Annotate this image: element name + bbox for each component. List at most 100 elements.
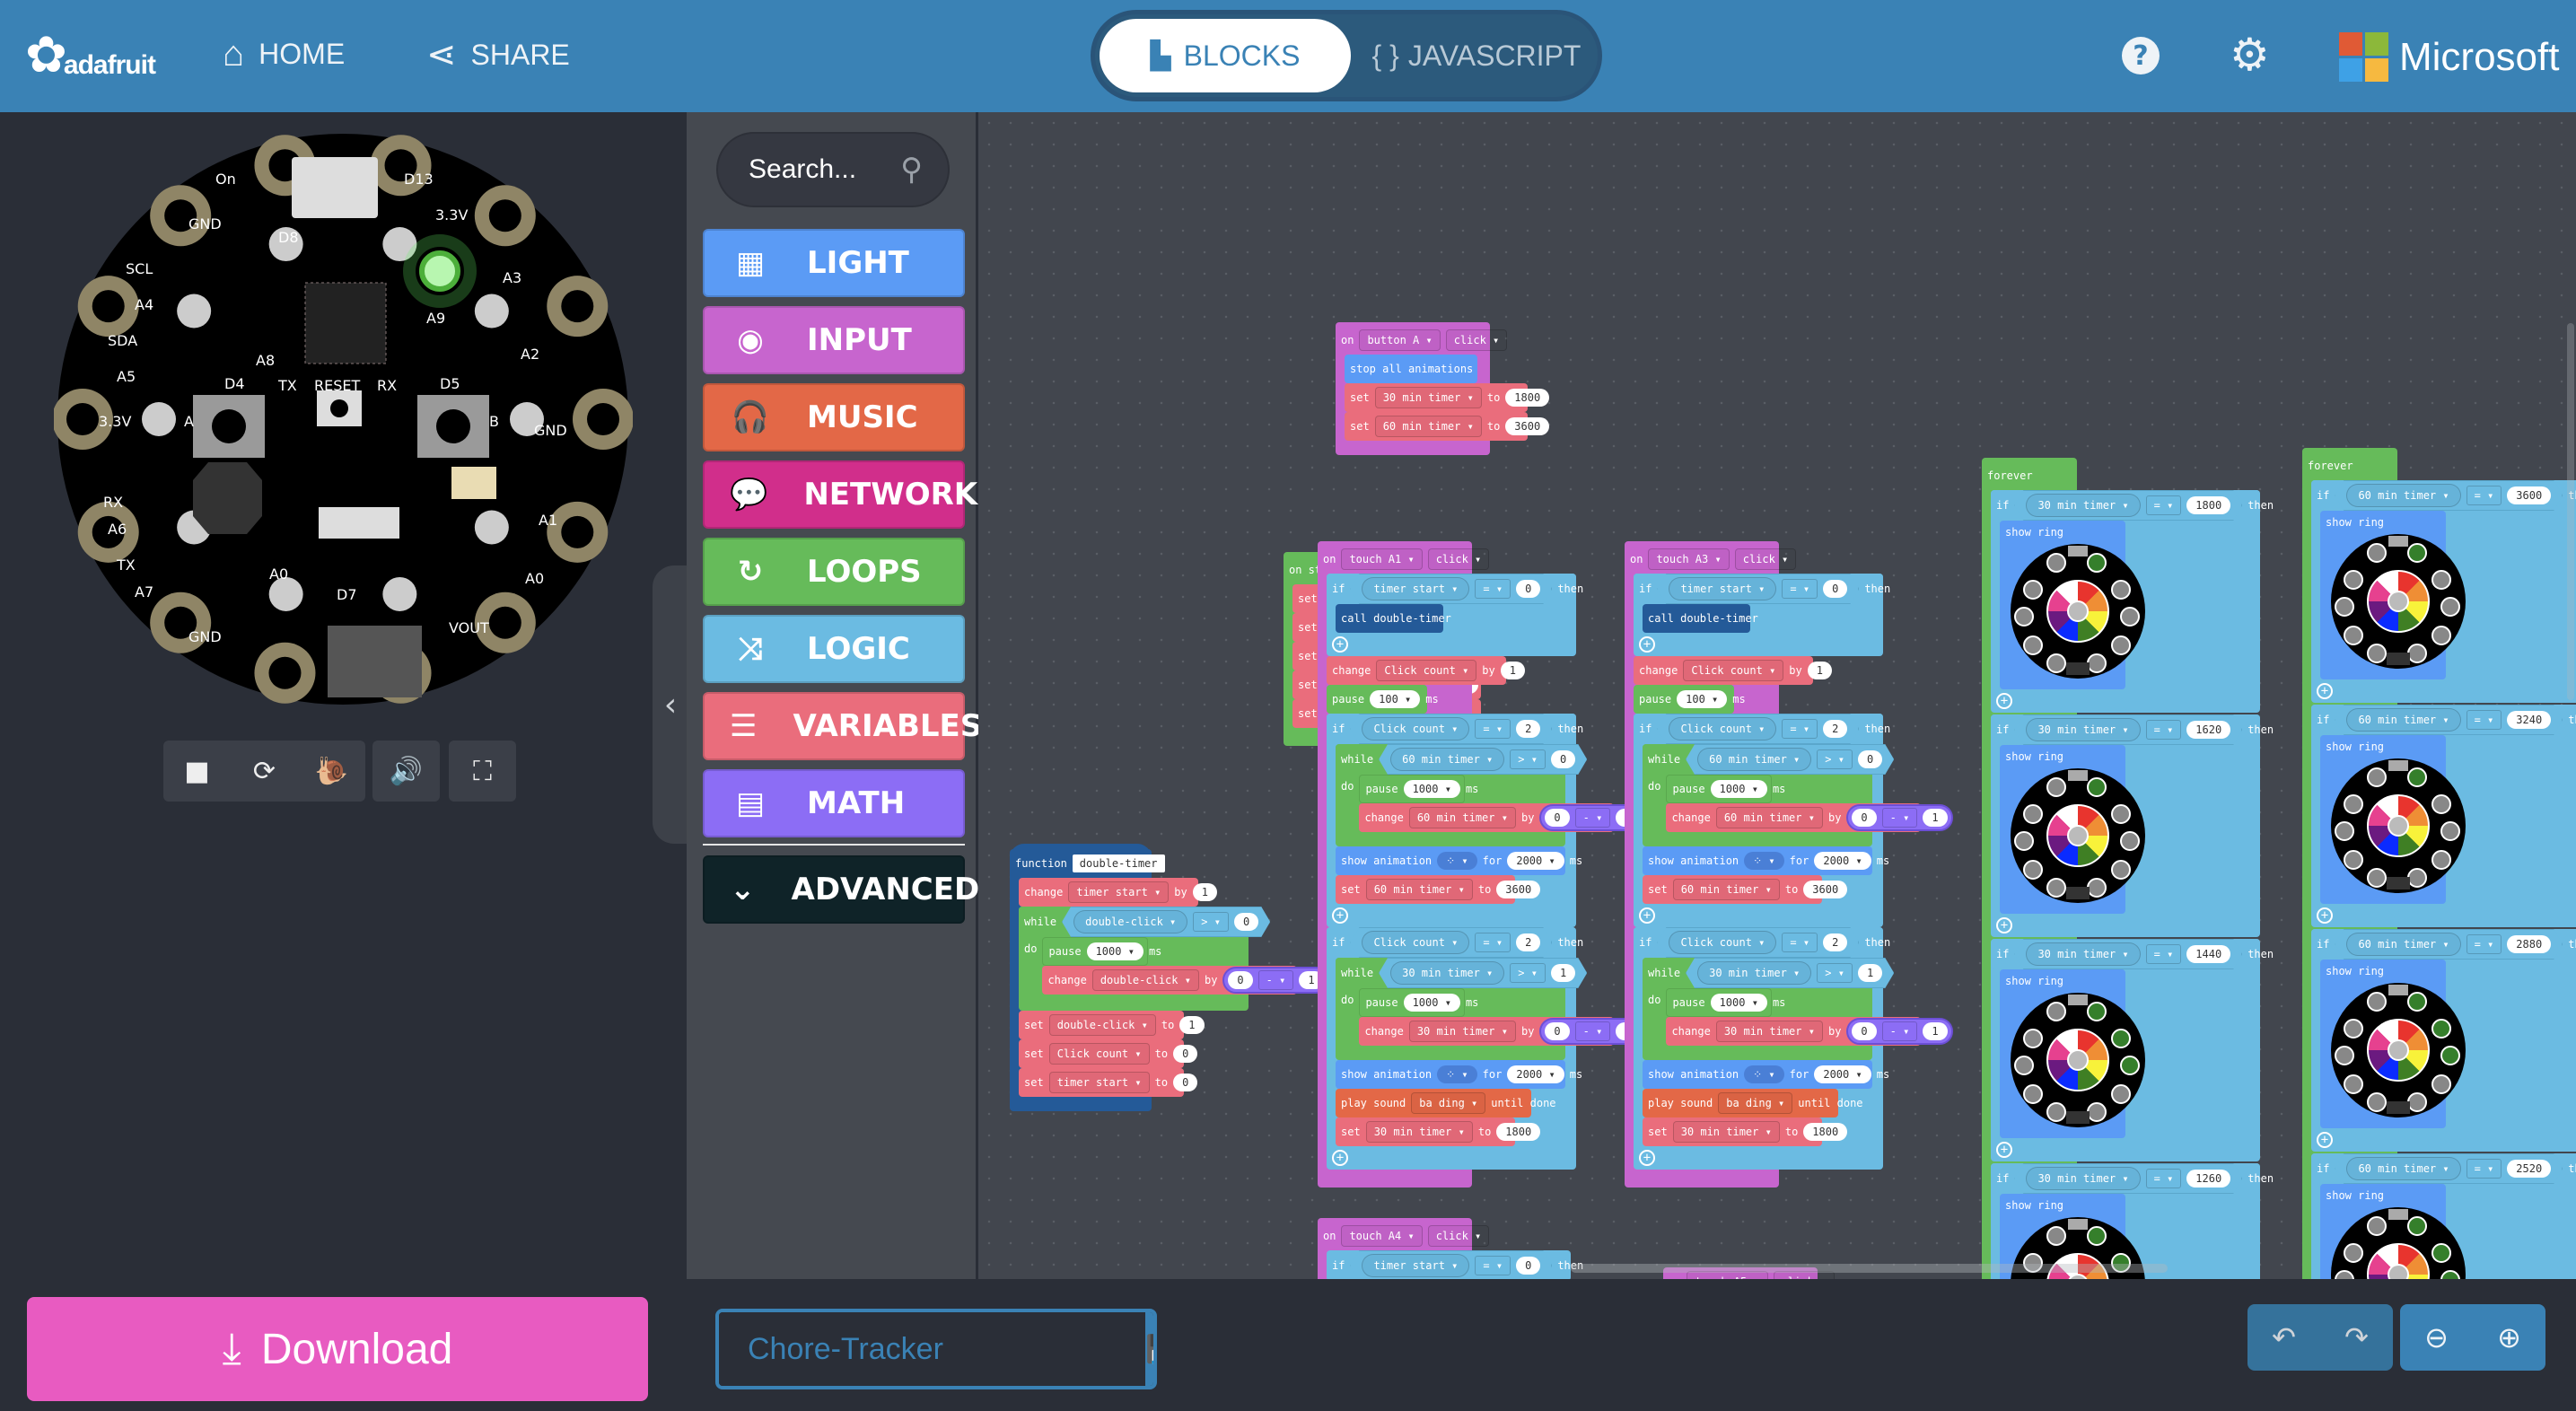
variable-dropdown[interactable]: double-click xyxy=(1091,969,1199,991)
block-set-variable[interactable]: set 60 min timer to 3600 xyxy=(1345,412,1550,441)
ring-led[interactable] xyxy=(2087,653,2107,673)
ring-picker[interactable] xyxy=(2331,534,2466,669)
number-input[interactable]: 3600 xyxy=(2507,486,2551,504)
comparison-block[interactable]: Click count = 2 xyxy=(1350,927,1552,958)
block-if[interactable]: if Click count = 2 then while 30 min time… xyxy=(1327,927,1646,1170)
block-change-variable[interactable]: change Click count by 1 xyxy=(1634,656,1832,685)
block-while-loop[interactable]: while 30 min timer > 1 do pause 1000 ms ch… xyxy=(1643,958,1953,1060)
variable-dropdown[interactable]: 30 min timer xyxy=(2026,494,2140,517)
block-on-touch-a4[interactable]: on touch A4 click if timer start = 0 the… xyxy=(1318,1218,1583,1279)
operator-dropdown[interactable]: = xyxy=(2466,1159,2502,1179)
block-change-variable[interactable]: change double-click by 0 - 1 xyxy=(1042,966,1329,995)
ring-led[interactable] xyxy=(2431,850,2451,870)
number-input[interactable]: 0 xyxy=(1852,809,1877,827)
operator-dropdown[interactable]: - xyxy=(1881,1021,1918,1041)
comparison-block[interactable]: 60 min timer = 2880 xyxy=(2335,929,2563,960)
comparison-block[interactable]: 60 min timer = 2520 xyxy=(2335,1153,2563,1184)
math-block[interactable]: 0-1 xyxy=(1846,804,1953,831)
category-math[interactable]: ▤ MATH xyxy=(703,769,965,837)
action-dropdown[interactable]: click xyxy=(1445,329,1508,351)
number-input[interactable]: 0 xyxy=(1551,750,1575,768)
block-on-touch-a1[interactable]: on touch A1 click if timer start = 0 then… xyxy=(1318,541,1646,1188)
add-else-icon[interactable]: + xyxy=(1639,1150,1655,1166)
operator-dropdown[interactable]: = xyxy=(2146,495,2182,515)
category-input[interactable]: ◉ INPUT xyxy=(703,306,965,374)
number-input[interactable]: 0 xyxy=(1858,750,1882,768)
block-show-animation[interactable]: show animation ⁘ ▾ for 2000 ms xyxy=(1336,1060,1582,1089)
restart-button[interactable]: ⟳ xyxy=(231,741,298,802)
redo-button[interactable]: ↷ xyxy=(2320,1304,2393,1371)
ring-led[interactable] xyxy=(2087,1226,2107,1246)
ring-led[interactable] xyxy=(2407,543,2427,563)
ring-led[interactable] xyxy=(2440,1046,2460,1065)
block-if[interactable]: if Click count = 2 then while 60 min time… xyxy=(1327,714,1646,927)
comparison-block[interactable]: 60 min timer > 0 xyxy=(1379,744,1587,775)
settings-button[interactable]: ⚙ xyxy=(2230,32,2270,77)
ring-led[interactable] xyxy=(2407,1092,2427,1112)
variable-dropdown[interactable]: 60 min timer xyxy=(1408,807,1516,828)
variable-dropdown[interactable]: 60 min timer xyxy=(1715,807,1823,828)
operator-dropdown[interactable]: = xyxy=(1475,719,1511,739)
math-block[interactable]: 0 - 1 xyxy=(1222,967,1329,994)
operator-dropdown[interactable]: > xyxy=(1510,963,1546,983)
variable-dropdown[interactable]: Click count xyxy=(1669,717,1776,741)
block-pause[interactable]: pause 1000 ms xyxy=(1359,775,1478,803)
comparison-block[interactable]: 30 min timer =1620 xyxy=(2014,714,2242,745)
ring-led[interactable] xyxy=(2111,635,2131,655)
category-network[interactable]: 💬 NETWORK xyxy=(703,460,977,529)
variable-dropdown[interactable]: 60 min timer xyxy=(2346,484,2460,507)
number-input[interactable]: 1 xyxy=(1858,964,1882,982)
tab-javascript[interactable]: { } JAVASCRIPT xyxy=(1364,19,1589,92)
operator-dropdown[interactable]: = xyxy=(2146,944,2182,964)
operator-dropdown[interactable]: > xyxy=(1510,749,1546,769)
block-show-ring[interactable]: show ring xyxy=(2320,960,2466,1128)
number-input[interactable]: 1 xyxy=(1500,662,1525,679)
pin-dropdown[interactable]: touch A4 xyxy=(1341,1225,1423,1247)
ring-led[interactable] xyxy=(2023,635,2043,655)
block-while-loop[interactable]: while 30 min timer > 1 do pause 1000 ms ch… xyxy=(1336,958,1646,1060)
ring-led[interactable] xyxy=(2111,1029,2131,1048)
block-show-ring[interactable]: show ring xyxy=(2320,735,2466,904)
number-input[interactable]: 1800 xyxy=(1496,1123,1541,1141)
block-set-variable[interactable]: set 30 min timer to 1800 xyxy=(1336,1117,1541,1146)
operator-dropdown[interactable]: > xyxy=(1193,912,1229,932)
undo-button[interactable]: ↶ xyxy=(2247,1304,2320,1371)
variable-dropdown[interactable]: 60 min timer xyxy=(2346,708,2460,732)
download-button[interactable]: ⤓ Download xyxy=(27,1297,648,1401)
comparison-block[interactable]: timer start = 0 xyxy=(1350,1250,1552,1279)
number-input[interactable]: 1 xyxy=(1179,1016,1205,1034)
ring-led[interactable] xyxy=(2407,992,2427,1012)
number-input[interactable]: 3600 xyxy=(1505,417,1550,435)
block-if[interactable]: if 60 min timer=2520 then show ring + xyxy=(2311,1153,2576,1279)
block-function-double-timer[interactable]: function double-timer change timer start… xyxy=(1010,844,1329,1111)
ring-led[interactable] xyxy=(2407,644,2427,663)
block-if[interactable]: if 30 min timer =1620 then show ring + xyxy=(1991,714,2274,937)
collapse-simulator-button[interactable]: ‹ xyxy=(653,565,688,844)
operator-dropdown[interactable]: = xyxy=(2146,1169,2182,1188)
ring-led[interactable] xyxy=(2046,1002,2066,1021)
ring-led[interactable] xyxy=(2046,1226,2066,1246)
variable-dropdown[interactable]: timer start xyxy=(1362,577,1469,600)
ring-led[interactable] xyxy=(2046,878,2066,898)
operator-dropdown[interactable]: = xyxy=(1475,579,1511,599)
home-button[interactable]: ⌂ HOME xyxy=(223,34,345,74)
operator-dropdown[interactable]: > xyxy=(1817,963,1853,983)
ring-led[interactable] xyxy=(2087,878,2107,898)
number-input[interactable]: 0 xyxy=(1545,809,1570,827)
block-change-variable[interactable]: change Click count by 1 xyxy=(1327,656,1525,685)
comparison-block[interactable]: Click count = 2 xyxy=(1657,927,1859,958)
comparison-block[interactable]: 30 min timer > 1 xyxy=(1686,958,1894,988)
block-while-loop[interactable]: while double-click > 0 do pause 1000 xyxy=(1019,907,1329,1011)
duration-dropdown[interactable]: 1000 xyxy=(1403,994,1460,1012)
ring-led[interactable] xyxy=(2335,597,2354,617)
comparison-block[interactable]: 30 min timer =1800 xyxy=(2014,490,2242,521)
number-input[interactable]: 0 xyxy=(1234,913,1258,931)
ring-led[interactable] xyxy=(2111,1084,2131,1104)
comparison-block[interactable]: Click count = 2 xyxy=(1350,714,1552,744)
fullscreen-button[interactable]: ⛶ xyxy=(449,741,516,802)
number-input[interactable]: 1440 xyxy=(2186,945,2230,963)
number-input[interactable]: 2 xyxy=(1516,933,1540,951)
blocks-workspace[interactable]: on button A click stop all animations se… xyxy=(978,112,2576,1279)
variable-dropdown[interactable]: Click count xyxy=(1048,1043,1150,1065)
number-input[interactable]: 0 xyxy=(1516,1257,1540,1275)
